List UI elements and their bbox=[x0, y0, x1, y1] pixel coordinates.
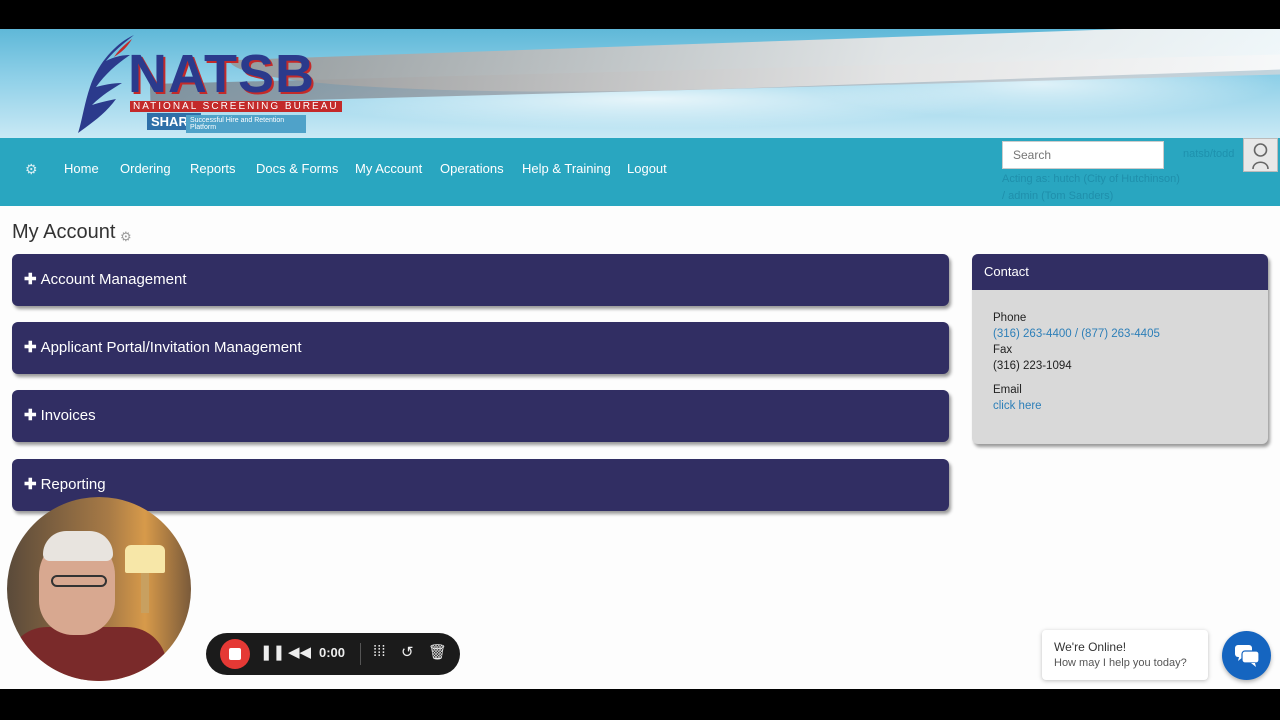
nav-my-account[interactable]: My Account bbox=[355, 161, 422, 176]
recorder-toolbar: ❚❚ ◀◀ 0:00 ⁞⁞⁞ ↺ 🗑 bbox=[206, 633, 460, 675]
panel-reporting[interactable]: ✚ Reporting bbox=[12, 459, 949, 511]
brand-subtitle: NATIONAL SCREENING BUREAU bbox=[130, 101, 342, 112]
user-icon bbox=[1252, 143, 1269, 170]
email-link[interactable]: click here bbox=[993, 400, 1042, 412]
rewind-icon[interactable]: ◀◀ bbox=[288, 643, 311, 661]
phone-label: Phone bbox=[993, 312, 1027, 324]
trash-icon[interactable]: 🗑 bbox=[428, 643, 447, 661]
panel-label: Applicant Portal/Invitation Management bbox=[40, 339, 302, 356]
nav-home[interactable]: Home bbox=[64, 161, 99, 176]
nav-logout[interactable]: Logout bbox=[627, 161, 667, 176]
plus-icon: ✚ bbox=[24, 339, 37, 356]
panel-applicant-portal[interactable]: ✚ Applicant Portal/Invitation Management bbox=[12, 322, 949, 374]
user-name[interactable]: natsb/todd bbox=[1183, 148, 1234, 160]
search-input[interactable] bbox=[1002, 141, 1164, 169]
brand-tagline: Successful Hire and Retention Platform bbox=[186, 115, 306, 133]
page: NATSB NATIONAL SCREENING BUREAU SHARP Su… bbox=[0, 29, 1280, 689]
recording-time: 0:00 bbox=[319, 645, 346, 660]
brand-logo[interactable]: NATSB bbox=[128, 47, 315, 101]
email-label: Email bbox=[993, 384, 1022, 396]
pause-icon[interactable]: ❚❚ bbox=[260, 643, 285, 661]
fax-value: (316) 223-1094 bbox=[993, 360, 1072, 372]
chat-title: We're Online! bbox=[1054, 640, 1127, 654]
letterbox-bottom bbox=[0, 689, 1280, 720]
plus-icon: ✚ bbox=[24, 271, 37, 288]
page-title: My Account bbox=[12, 221, 116, 243]
nav-docs-forms[interactable]: Docs & Forms bbox=[256, 161, 338, 176]
panel-label: Invoices bbox=[40, 407, 96, 424]
stop-record-button[interactable] bbox=[220, 639, 250, 669]
letterbox-top bbox=[0, 0, 1280, 29]
chat-button[interactable] bbox=[1222, 631, 1271, 680]
webcam-overlay[interactable] bbox=[7, 497, 191, 681]
plus-icon: ✚ bbox=[24, 407, 37, 424]
fax-label: Fax bbox=[993, 344, 1013, 356]
restart-icon[interactable]: ↺ bbox=[401, 643, 414, 661]
acting-as-line-2: / admin (Tom Sanders) bbox=[1002, 190, 1114, 202]
plus-icon: ✚ bbox=[24, 476, 37, 493]
main-nav: ⚙ Home Ordering Reports Docs & Forms My … bbox=[0, 138, 1280, 206]
grid-icon[interactable]: ⁞⁞⁞ bbox=[373, 643, 386, 660]
gear-icon[interactable]: ⚙ bbox=[25, 161, 38, 178]
header-banner: NATSB NATIONAL SCREENING BUREAU SHARP Su… bbox=[0, 29, 1280, 138]
chat-subtitle: How may I help you today? bbox=[1054, 657, 1187, 669]
lamp bbox=[125, 545, 165, 573]
contact-card: Contact Phone (316) 263-4400 / (877) 263… bbox=[972, 254, 1268, 444]
chat-greeting[interactable]: We're Online! How may I help you today? bbox=[1042, 630, 1208, 680]
nav-ordering[interactable]: Ordering bbox=[120, 161, 171, 176]
gear-icon[interactable]: ⚙ bbox=[120, 229, 132, 245]
panel-account-management[interactable]: ✚ Account Management bbox=[12, 254, 949, 306]
chat-icon bbox=[1235, 645, 1260, 667]
nav-operations[interactable]: Operations bbox=[440, 161, 504, 176]
contact-title: Contact bbox=[972, 254, 1268, 290]
avatar[interactable] bbox=[1243, 138, 1278, 172]
panel-label: Reporting bbox=[40, 476, 106, 493]
panel-label: Account Management bbox=[40, 271, 187, 288]
phone-link[interactable]: (316) 263-4400 / (877) 263-4405 bbox=[993, 328, 1160, 340]
nav-reports[interactable]: Reports bbox=[190, 161, 236, 176]
nav-help-training[interactable]: Help & Training bbox=[522, 161, 611, 176]
eagle-wing-icon bbox=[78, 35, 134, 133]
panel-invoices[interactable]: ✚ Invoices bbox=[12, 390, 949, 442]
acting-as-line-1: Acting as: hutch (City of Hutchinson) bbox=[1002, 173, 1180, 185]
